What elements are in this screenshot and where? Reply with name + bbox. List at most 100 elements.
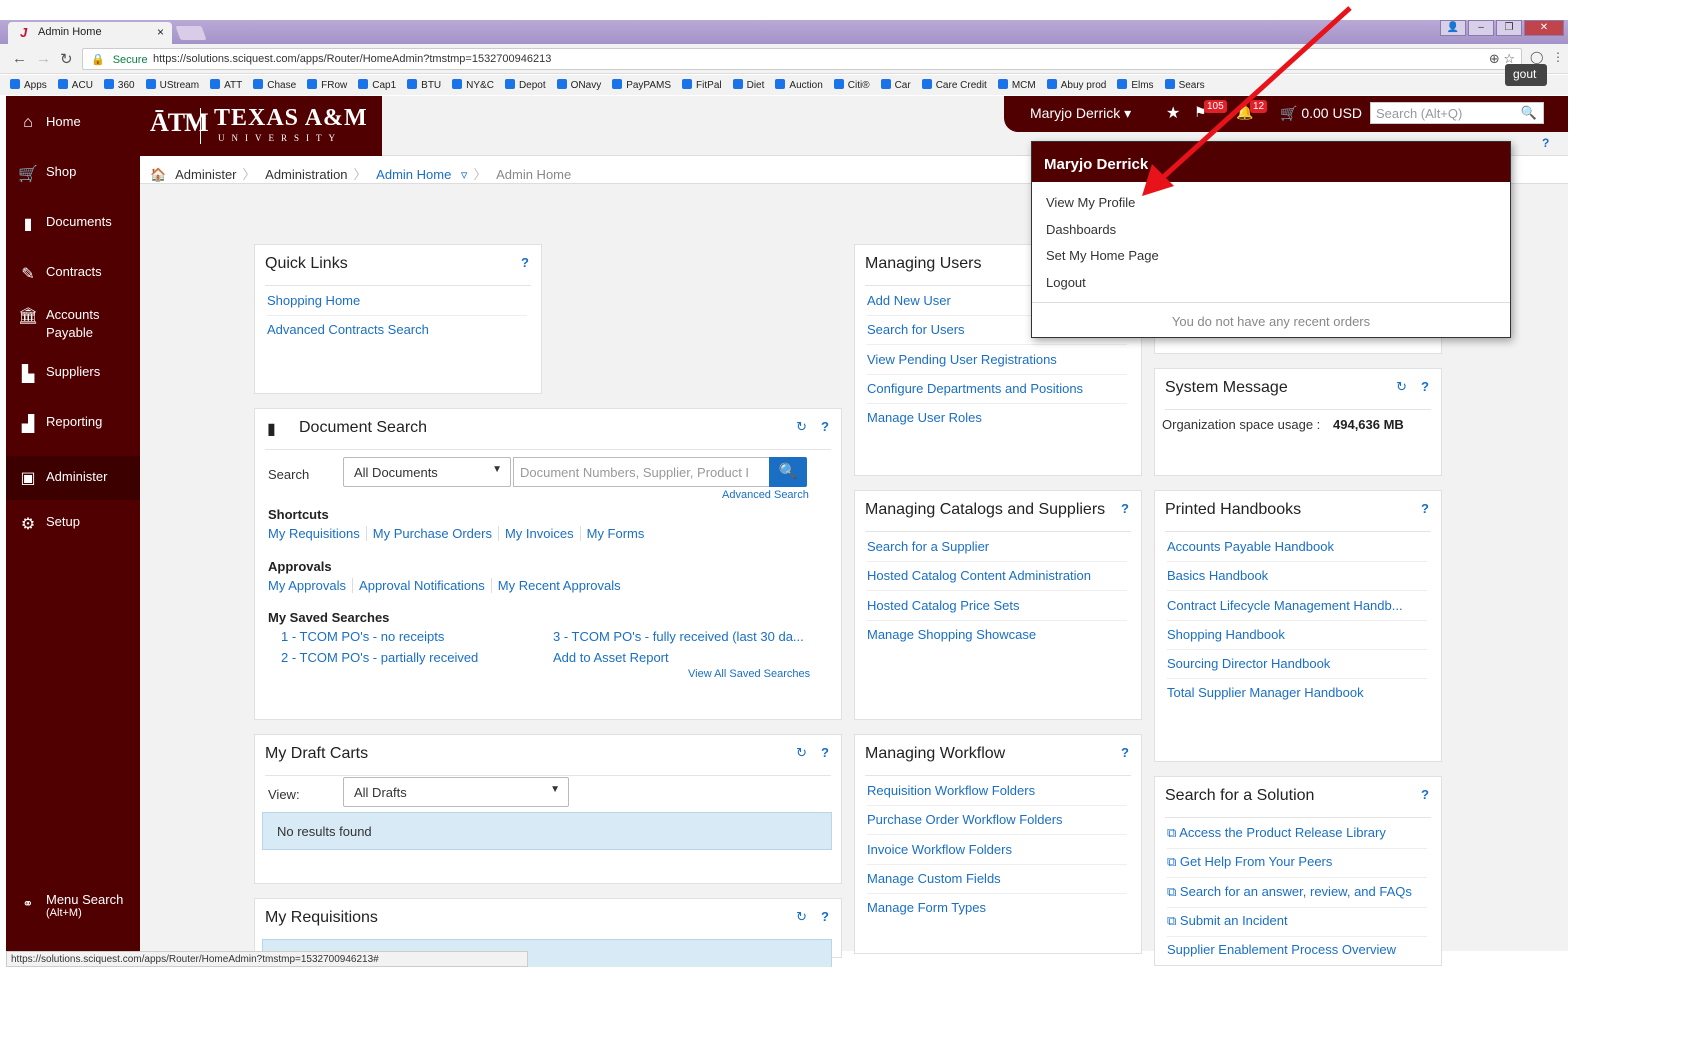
menu-search[interactable]: ⚭ Menu Search (Alt+M): [6, 892, 140, 919]
extension-icon[interactable]: ◯: [1530, 50, 1543, 64]
configure-departments-link[interactable]: Configure Departments and Positions: [867, 381, 1127, 404]
search-answer-faqs-link[interactable]: ⧉ Search for an answer, review, and FAQs: [1167, 884, 1427, 908]
url-bar[interactable]: 🔒 Secure https://solutions.sciquest.com/a…: [82, 48, 1522, 70]
new-tab-button[interactable]: [175, 26, 207, 40]
window-close-icon[interactable]: ✕: [1524, 20, 1564, 36]
document-type-select[interactable]: All Documents ▼: [343, 457, 511, 487]
bookmark-item[interactable]: Auction: [775, 75, 823, 91]
reload-icon[interactable]: ↻: [60, 50, 73, 68]
view-pending-registrations-link[interactable]: View Pending User Registrations: [867, 352, 1127, 375]
bookmark-item[interactable]: MCM: [997, 75, 1036, 91]
saved-search-2[interactable]: 2 - TCOM PO's - partially received: [281, 650, 478, 665]
shopping-home-link[interactable]: Shopping Home: [267, 293, 527, 316]
breadcrumb-administration[interactable]: Administration: [265, 167, 347, 182]
user-menu-toggle[interactable]: Maryjo Derrick ▾: [1030, 105, 1131, 122]
invoice-workflow-folders-link[interactable]: Invoice Workflow Folders: [867, 842, 1127, 865]
back-icon[interactable]: ←: [12, 50, 27, 67]
hosted-catalog-price-sets-link[interactable]: Hosted Catalog Price Sets: [867, 598, 1127, 621]
managing-catalogs-help-icon[interactable]: ?: [1121, 501, 1129, 516]
bookmark-item[interactable]: ATT: [210, 75, 242, 91]
forward-icon[interactable]: →: [36, 50, 51, 67]
my-requisitions-help-icon[interactable]: ?: [821, 909, 829, 924]
basics-handbook-link[interactable]: Basics Handbook: [1167, 568, 1427, 591]
bookmark-item[interactable]: Cap1: [358, 75, 396, 91]
bookmark-item[interactable]: 360: [103, 75, 135, 91]
refresh-icon[interactable]: ↻: [796, 909, 807, 924]
breadcrumb-admin-home[interactable]: Admin Home ▿: [376, 167, 467, 182]
bookmark-item[interactable]: UStream: [145, 75, 199, 91]
sidebar-item-documents[interactable]: ▮ Documents: [6, 214, 140, 233]
po-workflow-folders-link[interactable]: Purchase Order Workflow Folders: [867, 812, 1127, 835]
hosted-catalog-content-link[interactable]: Hosted Catalog Content Administration: [867, 568, 1127, 591]
sidebar-item-accounts-payable[interactable]: 🏛 Accounts Payable: [6, 306, 140, 342]
sidebar-item-contracts[interactable]: ✎ Contracts: [6, 264, 140, 283]
clm-handbook-link[interactable]: Contract Lifecycle Management Handb...: [1167, 598, 1427, 621]
sidebar-item-setup[interactable]: ⚙ Setup: [6, 514, 140, 533]
search-for-supplier-link[interactable]: Search for a Supplier: [867, 539, 1127, 562]
view-my-profile-item[interactable]: View My Profile: [1046, 195, 1135, 210]
search-icon[interactable]: 🔍: [1521, 105, 1537, 121]
bookmark-item[interactable]: PayPAMS: [612, 75, 671, 91]
document-search-button[interactable]: 🔍: [769, 457, 807, 487]
sidebar-item-shop[interactable]: 🛒 Shop: [6, 164, 140, 183]
bookmark-item[interactable]: ACU: [57, 75, 93, 91]
quick-links-help-icon[interactable]: ?: [521, 255, 529, 270]
manage-shopping-showcase-link[interactable]: Manage Shopping Showcase: [867, 627, 1127, 649]
dashboards-item[interactable]: Dashboards: [1046, 222, 1116, 237]
bookmark-item[interactable]: Diet: [732, 75, 764, 91]
bookmark-item[interactable]: Sears: [1164, 75, 1205, 91]
minimize-icon[interactable]: –: [1468, 20, 1494, 36]
bookmark-item[interactable]: ONavy: [556, 75, 601, 91]
browser-tab[interactable]: J Admin Home ×: [8, 22, 172, 44]
help-from-peers-link[interactable]: ⧉ Get Help From Your Peers: [1167, 854, 1427, 878]
advanced-search-link[interactable]: Advanced Search: [722, 489, 809, 501]
bookmark-item[interactable]: Depot: [504, 75, 546, 91]
zoom-icon[interactable]: ⊕: [1489, 51, 1500, 66]
my-forms-link[interactable]: My Forms: [581, 526, 651, 541]
requisition-workflow-folders-link[interactable]: Requisition Workflow Folders: [867, 783, 1127, 806]
bookmark-item[interactable]: Elms: [1117, 75, 1154, 91]
supplier-enablement-link[interactable]: Supplier Enablement Process Overview: [1167, 942, 1427, 964]
refresh-icon[interactable]: ↻: [1396, 379, 1407, 394]
submit-incident-link[interactable]: ⧉ Submit an Incident: [1167, 913, 1427, 937]
saved-search-1[interactable]: 1 - TCOM PO's - no receipts: [281, 629, 444, 644]
saved-search-3[interactable]: 3 - TCOM PO's - fully received (last 30 …: [553, 629, 804, 644]
saved-search-4[interactable]: Add to Asset Report: [553, 650, 669, 665]
ap-handbook-link[interactable]: Accounts Payable Handbook: [1167, 539, 1427, 562]
sidebar-item-reporting[interactable]: ▟ Reporting: [6, 414, 140, 433]
my-purchase-orders-link[interactable]: My Purchase Orders: [366, 526, 499, 541]
close-tab-icon[interactable]: ×: [157, 25, 164, 39]
logout-item[interactable]: Logout: [1046, 275, 1086, 290]
bookmark-item[interactable]: FitPal: [682, 75, 722, 91]
manage-custom-fields-link[interactable]: Manage Custom Fields: [867, 871, 1127, 894]
user-icon[interactable]: 👤: [1440, 20, 1466, 36]
manage-user-roles-link[interactable]: Manage User Roles: [867, 410, 1127, 432]
managing-workflow-help-icon[interactable]: ?: [1121, 745, 1129, 760]
manage-form-types-link[interactable]: Manage Form Types: [867, 900, 1127, 922]
tamu-logo[interactable]: ĀTM TEXAS A&M UNIVERSITY: [140, 96, 382, 156]
set-my-home-page-item[interactable]: Set My Home Page: [1046, 248, 1159, 263]
draft-carts-help-icon[interactable]: ?: [821, 745, 829, 760]
bookmark-item[interactable]: Car: [880, 75, 911, 91]
global-search-input[interactable]: Search (Alt+Q) 🔍: [1370, 102, 1544, 124]
search-solution-help-icon[interactable]: ?: [1421, 787, 1429, 802]
document-search-help-icon[interactable]: ?: [821, 419, 829, 434]
my-invoices-link[interactable]: My Invoices: [498, 526, 581, 541]
my-recent-approvals-link[interactable]: My Recent Approvals: [492, 578, 627, 593]
bookmark-item[interactable]: Care Credit: [921, 75, 987, 91]
approval-notifications-link[interactable]: Approval Notifications: [353, 578, 492, 593]
bookmark-item[interactable]: Apps: [10, 75, 47, 91]
cart-link[interactable]: 🛒 0.00 USD: [1280, 105, 1362, 122]
product-release-library-link[interactable]: ⧉ Access the Product Release Library: [1167, 825, 1427, 849]
bookmark-item[interactable]: NY&C: [452, 75, 494, 91]
shopping-handbook-link[interactable]: Shopping Handbook: [1167, 627, 1427, 650]
logout-button[interactable]: gout: [1505, 64, 1547, 86]
sidebar-item-administer[interactable]: ▣ Administer: [6, 456, 140, 500]
bookmark-item[interactable]: Chase: [253, 75, 296, 91]
sidebar-item-suppliers[interactable]: ▙ Suppliers: [6, 364, 140, 383]
menu-dots-icon[interactable]: ⋮: [1552, 50, 1564, 64]
system-message-help-icon[interactable]: ?: [1421, 379, 1429, 394]
bookmark-item[interactable]: Abuy prod: [1046, 75, 1106, 91]
draft-view-select[interactable]: All Drafts ▼: [343, 777, 569, 807]
maximize-icon[interactable]: ❐: [1496, 20, 1522, 36]
